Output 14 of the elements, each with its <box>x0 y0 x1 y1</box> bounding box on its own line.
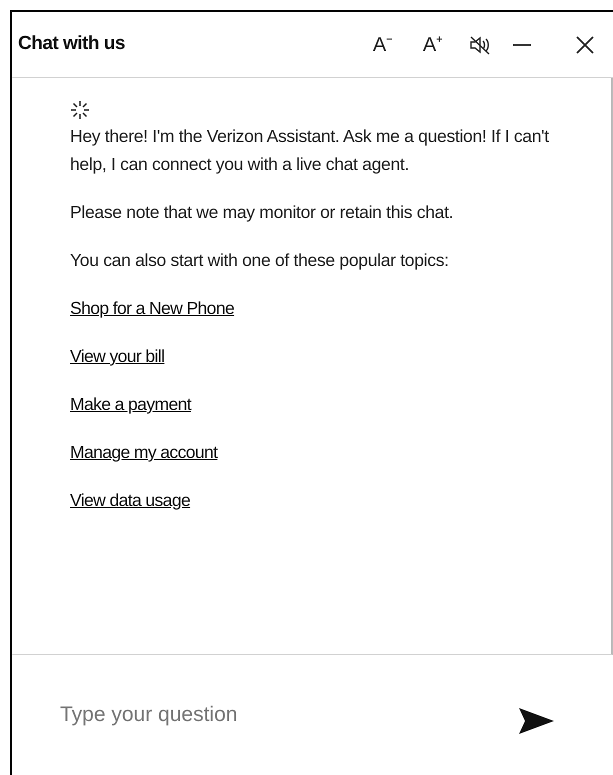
spark-icon <box>70 100 90 120</box>
window-title: Chat with us <box>18 33 125 56</box>
question-input[interactable]: Type your question <box>58 698 517 732</box>
font-size-button[interactable]: A⁻ <box>369 34 397 54</box>
send-button[interactable] <box>517 706 555 736</box>
topic-link[interactable]: View your bill <box>70 342 164 370</box>
topic-link[interactable]: Make a payment <box>70 390 191 418</box>
message-text: Hey there! I'm the Verizon Assistant. Ask me a question! If I can't help, I can connect you with a live chat agent. <box>70 125 550 176</box>
message-text: You can also start with one of these popular topics: <box>70 249 450 272</box>
message-text: Please note that we may monitor or retain this chat. <box>70 201 454 224</box>
topic-link[interactable]: Manage my account <box>70 438 218 466</box>
topic-link[interactable]: View data usage <box>70 486 190 514</box>
font-size-button[interactable]: A⁺ <box>419 34 447 54</box>
topic-link[interactable]: Shop for a New Phone <box>70 294 234 322</box>
